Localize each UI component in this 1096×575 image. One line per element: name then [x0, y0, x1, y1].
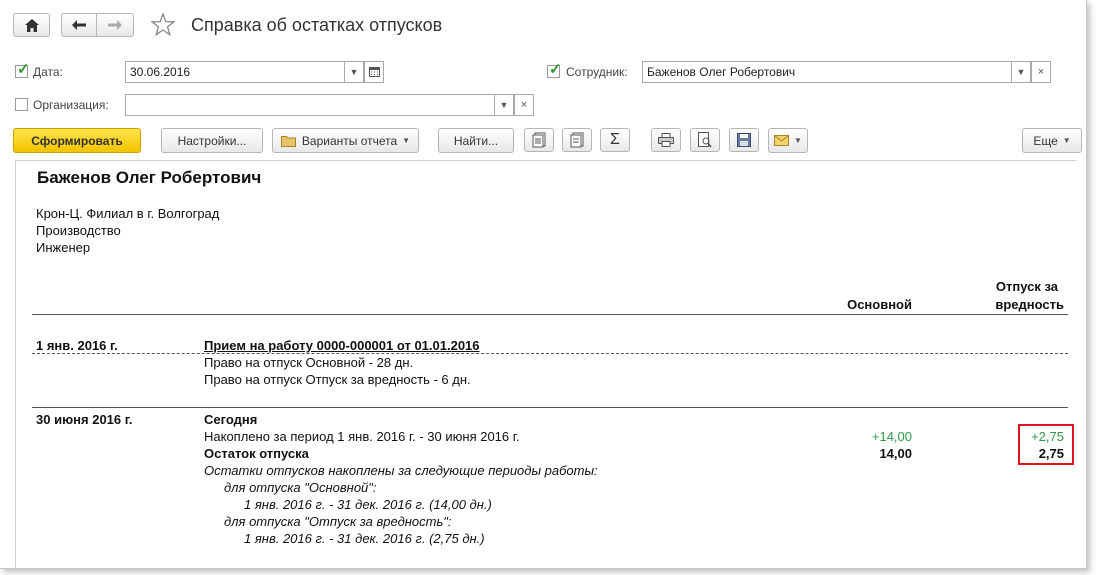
periods-note: Остатки отпусков накоплены за следующие …: [204, 463, 598, 478]
column-header-harm-line2: вредность: [995, 297, 1064, 312]
calendar-icon: [368, 67, 380, 77]
balance-main-value: 14,00: [879, 446, 912, 461]
entitlement-harm: Право на отпуск Отпуск за вредность - 6 …: [204, 372, 471, 387]
more-button[interactable]: Еще ▼: [1022, 128, 1082, 153]
accrued-main-value: +14,00: [871, 429, 912, 444]
date-dropdown-button[interactable]: ▼: [344, 61, 364, 83]
home-button[interactable]: [13, 13, 50, 37]
org-line-branch: Крон-Ц. Филиал в г. Волгоград: [36, 206, 220, 221]
org-line-position: Инженер: [36, 240, 91, 255]
expand-groups-button[interactable]: [524, 128, 554, 152]
arrow-left-icon: [72, 20, 86, 30]
balance-label: Остаток отпуска: [204, 446, 309, 461]
hire-document-link[interactable]: Прием на работу 0000-000001 от 01.01.201…: [204, 338, 480, 353]
settings-button[interactable]: Настройки...: [161, 128, 263, 153]
folder-icon: [280, 135, 296, 147]
chevron-down-icon: ▼: [499, 100, 509, 110]
calendar-button[interactable]: [364, 61, 384, 83]
employee-clear-button[interactable]: ×: [1031, 61, 1051, 83]
column-header-harm-line1: Отпуск за: [995, 279, 1058, 294]
expand-groups-icon: [532, 132, 546, 148]
collapse-groups-icon: [570, 132, 584, 148]
entitlement-main: Право на отпуск Основной - 28 дн.: [204, 355, 414, 370]
periods-harm-range: 1 янв. 2016 г. - 31 дек. 2016 г. (2,75 д…: [244, 531, 485, 546]
favorite-star-icon[interactable]: [150, 12, 176, 39]
chevron-down-icon: ▼: [794, 136, 802, 145]
chevron-down-icon: ▼: [402, 136, 411, 145]
page-title: Справка об остатках отпусков: [191, 15, 443, 35]
organization-field[interactable]: [125, 94, 495, 116]
org-line-department: Производство: [36, 223, 121, 238]
chevron-down-icon: ▼: [349, 67, 359, 77]
date-field[interactable]: 30.06.2016: [125, 61, 345, 83]
highlight-box: [1018, 424, 1074, 465]
report-sheet: [15, 160, 1076, 568]
organization-checkbox[interactable]: [15, 98, 28, 111]
report-window: Справка об остатках отпусков ✓ Дата: 30.…: [0, 0, 1087, 569]
section1-date: 1 янв. 2016 г.: [36, 338, 118, 353]
employee-name: Баженов Олег Робертович: [37, 168, 262, 187]
section2-date: 30 июня 2016 г.: [36, 412, 133, 427]
arrow-right-icon: [108, 20, 122, 30]
section2-heading: Сегодня: [204, 412, 258, 427]
find-button[interactable]: Найти...: [438, 128, 514, 153]
column-header-main: Основной: [847, 297, 912, 312]
organization-clear-button[interactable]: ×: [514, 94, 534, 116]
printer-icon: [658, 133, 674, 147]
sigma-icon: Σ: [610, 131, 620, 148]
accrued-label: Накоплено за период 1 янв. 2016 г. - 30 …: [204, 429, 520, 444]
print-preview-button[interactable]: [690, 128, 720, 152]
employee-label: Сотрудник:: [566, 65, 628, 79]
generate-button[interactable]: Сформировать: [13, 128, 141, 153]
save-button[interactable]: [729, 128, 759, 152]
date-label: Дата:: [33, 65, 63, 79]
more-label: Еще: [1033, 133, 1058, 148]
employee-checkbox[interactable]: ✓: [547, 62, 562, 78]
close-icon: ×: [520, 99, 528, 111]
send-email-button[interactable]: ▼: [768, 128, 808, 153]
periods-main-range: 1 янв. 2016 г. - 31 дек. 2016 г. (14,00 …: [244, 497, 492, 512]
report-variants-label: Варианты отчета: [301, 133, 398, 148]
date-checkbox[interactable]: ✓: [15, 62, 30, 78]
periods-harm-heading: для отпуска "Отпуск за вредность":: [224, 514, 452, 529]
employee-field[interactable]: Баженов Олег Робертович: [642, 61, 1012, 83]
chevron-down-icon: ▼: [1062, 136, 1071, 145]
organization-label: Организация:: [33, 98, 109, 112]
collapse-groups-button[interactable]: [562, 128, 592, 152]
floppy-disk-icon: [737, 133, 751, 147]
home-icon: [24, 18, 39, 32]
report-variants-button[interactable]: Варианты отчета ▼: [272, 128, 419, 153]
close-icon: ×: [1037, 66, 1045, 78]
sum-button[interactable]: Σ: [600, 128, 630, 152]
chevron-down-icon: ▼: [1016, 67, 1026, 77]
section1-divider: [32, 353, 1068, 354]
back-button[interactable]: [61, 13, 97, 37]
print-button[interactable]: [651, 128, 681, 152]
header-divider: [32, 314, 1068, 315]
periods-main-heading: для отпуска "Основной":: [224, 480, 377, 495]
envelope-icon: [774, 135, 790, 146]
organization-dropdown-button[interactable]: ▼: [494, 94, 514, 116]
forward-button[interactable]: [96, 13, 134, 37]
employee-dropdown-button[interactable]: ▼: [1011, 61, 1031, 83]
print-preview-icon: [698, 132, 712, 148]
section2-divider: [32, 407, 1068, 408]
